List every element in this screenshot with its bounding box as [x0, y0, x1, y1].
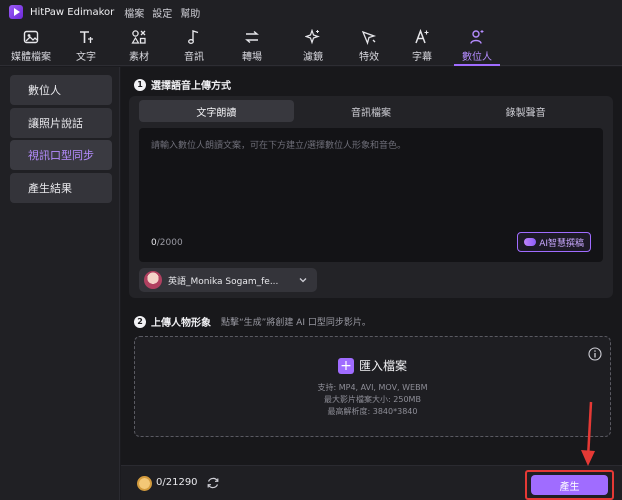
- filter-icon: [304, 28, 322, 46]
- tab-text-to-speech[interactable]: 文字朗讀: [139, 100, 294, 122]
- tool-elements[interactable]: 素材: [110, 24, 168, 66]
- main-toolbar: 媒體檔案 文字 素材 音訊 轉場 濾鏡 特效 字幕 數位人: [0, 24, 622, 66]
- tool-digital-human-label: 數位人: [462, 51, 492, 63]
- refresh-icon[interactable]: [206, 476, 220, 490]
- sidebar-item-results[interactable]: 產生結果: [10, 173, 112, 203]
- import-file-label: 匯入檔案: [358, 359, 407, 373]
- footer-bar: 0/21290 產生: [121, 465, 622, 500]
- title-bar: HitPaw Edimakor 檔案 設定 幫助: [0, 0, 622, 24]
- sidebar-item-digital-human[interactable]: 數位人: [10, 75, 112, 105]
- tool-elements-label: 素材: [129, 51, 149, 63]
- tool-media[interactable]: 媒體檔案: [0, 24, 62, 66]
- voice-select[interactable]: 英語_Monika Sogam_fe...: [139, 268, 317, 292]
- credits-counter: 0/21290: [156, 477, 198, 488]
- menu-help[interactable]: 幫助: [180, 5, 200, 20]
- upload-max-resolution: 最高解析度: 3840*3840: [327, 407, 418, 416]
- upload-formats: 支持: MP4, AVI, MOV, WEBM: [317, 383, 428, 392]
- step2-number: 2: [134, 315, 146, 328]
- tab-record-voice[interactable]: 錄製聲音: [448, 100, 603, 122]
- char-counter: 0/2000: [151, 238, 183, 248]
- sidebar-item-label: 數位人: [28, 84, 61, 97]
- upload-max-size: 最大影片檔案大小: 250MB: [324, 395, 421, 404]
- elements-icon: [130, 28, 148, 46]
- ai-icon: [524, 238, 537, 246]
- step2-header: 2 上傳人物形象 點擊“生成”將創建 AI 口型同步影片。: [134, 314, 371, 329]
- tool-effects[interactable]: 特效: [342, 24, 396, 66]
- voice-panel: 文字朗讀 音訊檔案 錄製聲音 請輸入數位人朗讀文案，可在下方建立/選擇數位人形象…: [129, 96, 613, 298]
- step1-number: 1: [134, 78, 146, 91]
- sidebar-item-label: 讓照片說話: [28, 117, 83, 130]
- effects-icon: [360, 28, 378, 46]
- char-count-max: /2000: [156, 238, 183, 248]
- ai-write-button[interactable]: AI智慧撰稿: [517, 232, 591, 252]
- menu-settings[interactable]: 設定: [152, 5, 172, 20]
- step2-hint: 點擊“生成”將創建 AI 口型同步影片。: [221, 318, 371, 328]
- audio-icon: [185, 28, 203, 46]
- app-title: HitPaw Edimakor: [30, 6, 115, 18]
- tool-subtitle[interactable]: 字幕: [396, 24, 448, 66]
- media-icon: [22, 28, 40, 46]
- step1-header: 1 選擇語音上傳方式: [134, 77, 231, 92]
- tool-filter[interactable]: 濾鏡: [284, 24, 342, 66]
- sidebar-item-label: 視訊口型同步: [28, 149, 94, 162]
- tool-transition[interactable]: 轉場: [220, 24, 284, 66]
- text-icon: [77, 28, 95, 46]
- script-placeholder: 請輸入數位人朗讀文案，可在下方建立/選擇數位人形象和音色。: [151, 141, 407, 151]
- tool-effects-label: 特效: [359, 51, 379, 63]
- voice-source-tabs: 文字朗讀 音訊檔案 錄製聲音: [139, 100, 603, 122]
- sidebar-item-talking-photo[interactable]: 讓照片說話: [10, 108, 112, 138]
- ai-write-label: AI智慧撰稿: [539, 238, 584, 249]
- app-logo-icon: [9, 5, 23, 19]
- step1-title: 選擇語音上傳方式: [151, 81, 231, 92]
- step2-title: 上傳人物形象: [151, 318, 211, 329]
- sidebar: 數位人 讓照片說話 視訊口型同步 產生結果: [0, 67, 120, 500]
- tool-text-label: 文字: [76, 51, 96, 63]
- script-textarea[interactable]: 請輸入數位人朗讀文案，可在下方建立/選擇數位人形象和音色。 0/2000 AI智…: [139, 128, 603, 262]
- sidebar-item-lip-sync[interactable]: 視訊口型同步: [10, 140, 112, 170]
- generate-button[interactable]: 產生: [531, 475, 608, 495]
- voice-select-value: 英語_Monika Sogam_fe...: [168, 276, 279, 287]
- tool-audio[interactable]: 音訊: [168, 24, 220, 66]
- menu-file[interactable]: 檔案: [124, 5, 144, 20]
- tool-audio-label: 音訊: [184, 51, 204, 63]
- subtitle-icon: [413, 28, 431, 46]
- digital-human-icon: [468, 28, 486, 46]
- voice-avatar: [144, 271, 162, 289]
- tab-audio-file[interactable]: 音訊檔案: [294, 100, 449, 122]
- chevron-down-icon: [299, 278, 307, 283]
- tool-media-label: 媒體檔案: [11, 51, 51, 63]
- sidebar-item-label: 產生結果: [28, 182, 72, 195]
- tool-transition-label: 轉場: [242, 51, 262, 63]
- upload-dropzone[interactable]: + 匯入檔案 支持: MP4, AVI, MOV, WEBM 最大影片檔案大小:…: [134, 336, 611, 437]
- transition-icon: [243, 28, 261, 46]
- tool-filter-label: 濾鏡: [303, 51, 323, 63]
- main-panel: 1 選擇語音上傳方式 文字朗讀 音訊檔案 錄製聲音 請輸入數位人朗讀文案，可在下…: [121, 67, 622, 465]
- plus-icon: +: [337, 357, 354, 374]
- tool-subtitle-label: 字幕: [412, 51, 432, 63]
- info-icon[interactable]: [588, 347, 602, 361]
- generate-highlight-box: 產生: [525, 470, 614, 500]
- coin-icon: [137, 476, 152, 491]
- tool-digital-human[interactable]: 數位人: [448, 24, 506, 66]
- tool-text[interactable]: 文字: [62, 24, 110, 66]
- import-file-button[interactable]: + 匯入檔案: [135, 357, 610, 374]
